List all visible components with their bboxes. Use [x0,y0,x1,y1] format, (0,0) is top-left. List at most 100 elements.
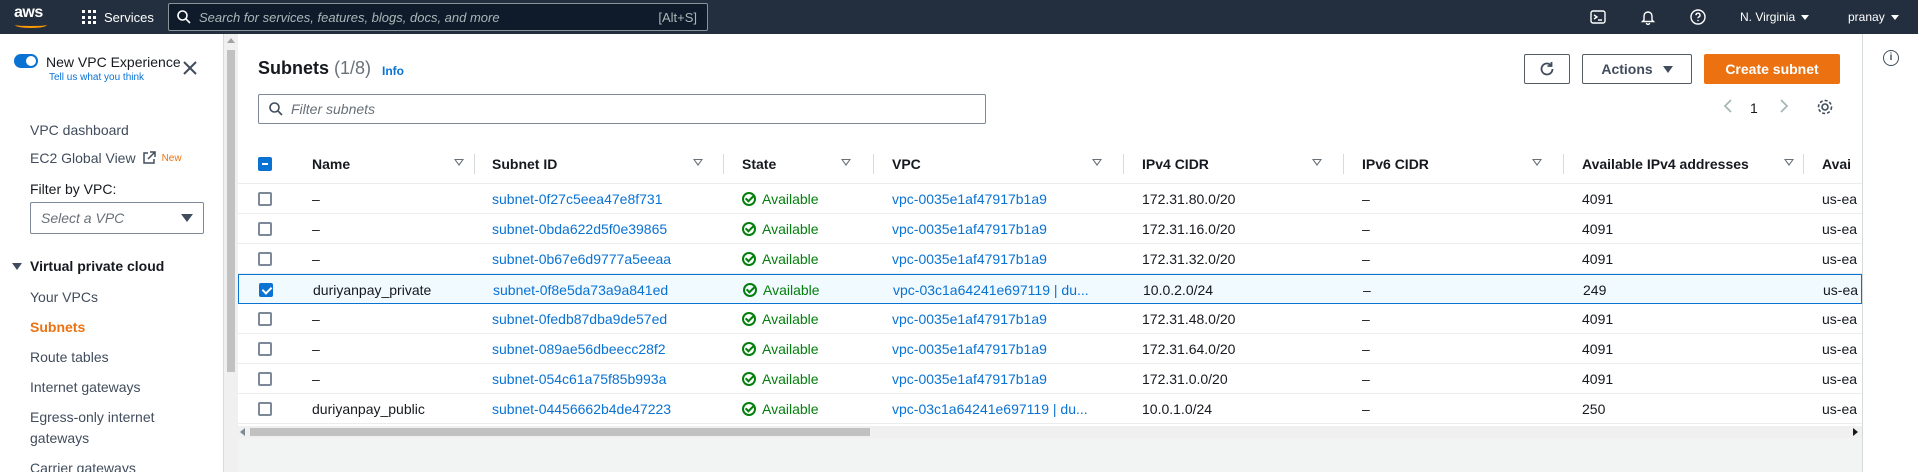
row-checkbox[interactable] [258,342,272,356]
info-icon[interactable]: i [1883,50,1899,66]
sort-icon [1784,159,1794,166]
column-divider[interactable] [1343,154,1344,174]
column-header-state[interactable]: State [742,144,882,184]
feedback-link[interactable]: Tell us what you think [49,72,144,83]
subnet-id-link[interactable]: subnet-0bda622d5f0e39865 [492,214,722,244]
vpc-id-link[interactable]: vpc-0035e1af47917b1a9 [892,214,1122,244]
vpc-id-link[interactable]: vpc-0035e1af47917b1a9 [892,244,1122,274]
scrollbar-thumb[interactable] [227,50,235,372]
row-checkbox[interactable] [258,252,272,266]
bell-icon[interactable] [1640,0,1656,34]
subnet-id-link[interactable]: subnet-0b67e6d9777a5eeaa [492,244,722,274]
subnet-id-link[interactable]: subnet-054c61a75f85b993a [492,364,722,394]
status-check-icon [742,192,756,206]
vpc-id-link[interactable]: vpc-03c1a64241e697119 | du... [892,394,1122,424]
cell-name: – [312,191,320,207]
subnet-id-link[interactable]: subnet-04456662b4de47223 [492,394,722,424]
column-header-availability-zone[interactable]: Avai [1822,144,1862,184]
sidebar-item-your-vpcs[interactable]: Your VPCs [30,289,98,305]
caret-down-icon [1801,14,1810,20]
cell-available-ipv4: 4091 [1582,341,1614,357]
scrollbar-thumb[interactable] [250,428,870,436]
sort-icon [454,159,464,166]
aws-logo[interactable]: aws [14,4,50,30]
cell-availability-zone: us-ea [1822,191,1858,207]
actions-label: Actions [1601,61,1653,77]
next-page-icon[interactable] [1778,98,1790,117]
vpc-id-link[interactable]: vpc-0035e1af47917b1a9 [892,364,1122,394]
column-divider[interactable] [1563,154,1564,174]
column-divider[interactable] [474,154,475,174]
new-badge: New [161,152,182,164]
table-row[interactable]: duriyanpay_private subnet-0f8e5da73a9a841… [238,274,1862,304]
sidebar-item-internet-gateways[interactable]: Internet gateways [30,379,141,395]
row-checkbox[interactable] [258,402,272,416]
vpc-id-link[interactable]: vpc-0035e1af47917b1a9 [892,304,1122,334]
sidebar-item-carrier-gateways[interactable]: Carrier gateways [30,460,136,472]
row-checkbox[interactable] [258,192,272,206]
new-vpc-experience-toggle[interactable] [14,54,38,68]
vpc-id-link[interactable]: vpc-0035e1af47917b1a9 [892,334,1122,364]
table-row[interactable]: – subnet-0f27c5eea47e8f731 Available vpc-00… [238,184,1862,214]
vpc-filter-select[interactable]: Select a VPC [30,202,204,234]
filter-subnets-input[interactable]: Filter subnets [258,94,986,124]
sidebar-item-ec2-global-view[interactable]: EC2 Global View New [30,150,182,166]
row-checkbox[interactable] [258,372,272,386]
scroll-left-icon[interactable] [240,428,245,436]
select-all-checkbox[interactable] [258,157,272,171]
column-header-subnet-id[interactable]: Subnet ID [492,144,732,184]
vpc-id-link[interactable]: vpc-03c1a64241e697119 | du... [893,275,1123,305]
help-icon[interactable] [1690,0,1706,34]
column-divider[interactable] [723,154,724,174]
vpc-id-link[interactable]: vpc-0035e1af47917b1a9 [892,184,1122,214]
row-checkbox[interactable] [259,283,273,297]
sidebar-item-egress-only-gateways[interactable]: Egress-only internet [30,409,155,425]
cell-name: – [312,341,320,357]
table-row[interactable]: – subnet-054c61a75f85b993a Available vpc-00… [238,364,1862,394]
close-icon[interactable] [182,60,198,76]
column-header-available-ipv4[interactable]: Available IPv4 addresses [1582,144,1812,184]
column-divider[interactable] [1803,154,1804,174]
table-row[interactable]: – subnet-089ae56dbeecc28f2 Available vpc-00… [238,334,1862,364]
sidebar-scrollbar[interactable] [224,34,238,472]
account-menu[interactable]: pranay [1848,0,1899,34]
subnet-id-link[interactable]: subnet-0f27c5eea47e8f731 [492,184,722,214]
page-number[interactable]: 1 [1750,100,1758,116]
gear-icon[interactable] [1816,98,1834,119]
table-horizontal-scrollbar[interactable] [238,426,1862,438]
region-selector[interactable]: N. Virginia [1740,0,1810,34]
row-checkbox[interactable] [258,312,272,326]
sidebar-item-route-tables[interactable]: Route tables [30,349,109,365]
table-row[interactable]: – subnet-0b67e6d9777a5eeaa Available vpc-00… [238,244,1862,274]
create-subnet-button[interactable]: Create subnet [1704,54,1840,84]
previous-page-icon[interactable] [1722,98,1734,117]
table-row[interactable]: – subnet-0bda622d5f0e39865 Available vpc-00… [238,214,1862,244]
column-divider[interactable] [873,154,874,174]
scroll-right-icon[interactable] [1853,428,1858,436]
column-header-ipv4-cidr[interactable]: IPv4 CIDR [1142,144,1352,184]
subnet-id-link[interactable]: subnet-0fedb87dba9de57ed [492,304,722,334]
subnet-id-link[interactable]: subnet-0f8e5da73a9a841ed [493,275,723,305]
refresh-button[interactable] [1524,54,1570,84]
row-checkbox[interactable] [258,222,272,236]
scroll-up-icon[interactable] [227,38,235,43]
subnet-id-link[interactable]: subnet-089ae56dbeecc28f2 [492,334,722,364]
table-row[interactable]: duriyanpay_public subnet-04456662b4de4722… [238,394,1862,424]
services-menu-button[interactable]: Services [82,0,154,34]
sidebar-item-subnets[interactable]: Subnets [30,319,85,335]
column-header-name[interactable]: Name [312,144,482,184]
info-link[interactable]: Info [382,64,404,78]
sidebar-item-vpc-dashboard[interactable]: VPC dashboard [30,122,129,138]
table-row[interactable]: – subnet-0fedb87dba9de57ed Available vpc-00… [238,304,1862,334]
cell-name: – [312,251,320,267]
cell-ipv6-cidr: – [1362,251,1370,267]
sidebar-item-egress-only-gateways-cont[interactable]: gateways [30,430,89,446]
cloudshell-icon[interactable] [1590,0,1606,34]
global-search-input[interactable]: Search for services, features, blogs, do… [168,3,708,31]
cell-state: Available [743,275,873,305]
column-divider[interactable] [1123,154,1124,174]
actions-button[interactable]: Actions [1582,54,1692,84]
column-header-vpc[interactable]: VPC [892,144,1132,184]
column-header-ipv6-cidr[interactable]: IPv6 CIDR [1362,144,1572,184]
virtual-private-cloud-section[interactable]: Virtual private cloud [12,258,164,274]
